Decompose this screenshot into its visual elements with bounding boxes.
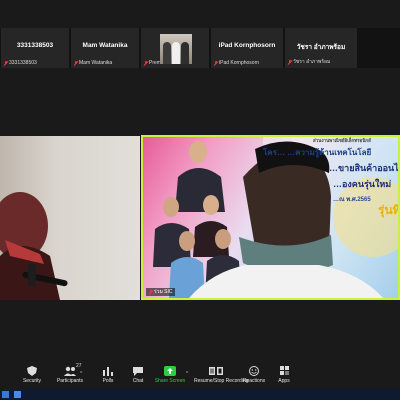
poster-header: ส่วนงานพาณิชย์อิเล็กทรอนิกส์	[313, 138, 371, 143]
participant-label: 3331338503	[3, 60, 37, 66]
share-screen-icon	[164, 366, 176, 376]
participant-tile-4[interactable]: iPad Kornphosorn iPad Kornphosorn	[211, 28, 283, 68]
poster-batch: รุ่นที่	[378, 203, 400, 217]
participants-menu-caret[interactable]: ^	[80, 371, 82, 377]
video-tile-left[interactable]	[0, 136, 140, 300]
participant-tile-2[interactable]: Mam Watanika Mam Watanika	[71, 28, 139, 68]
apps-icon	[280, 366, 289, 375]
participant-name: Mam Watanika	[82, 42, 128, 49]
security-button[interactable]: Security	[12, 362, 52, 384]
participant-label: ร่วม SIC	[146, 288, 175, 296]
os-taskbar	[0, 389, 400, 400]
poster-title-line2: …ขายสินค้าออนไ…	[329, 163, 400, 173]
mic-muted-icon	[143, 60, 148, 66]
mic-muted-icon	[148, 289, 153, 295]
participants-count: 27	[76, 363, 82, 369]
shield-icon	[27, 366, 37, 376]
start-icon[interactable]	[2, 391, 9, 398]
participant-label: Mam Watanika	[73, 60, 112, 66]
apps-button[interactable]: Apps	[264, 362, 304, 384]
chat-icon	[133, 367, 143, 376]
speaker-video	[0, 192, 68, 300]
poster-date: …ณ พ.ศ.2565	[333, 197, 371, 203]
participant-name: 3331338503	[16, 42, 54, 49]
mic-muted-icon	[73, 60, 78, 66]
participants-button[interactable]: 27 Participants	[50, 362, 90, 384]
pause-stop-icon	[209, 367, 223, 375]
participant-tile-5[interactable]: วัชรา อำภาพร้อม วัชรา อำภาพร้อม	[285, 28, 357, 68]
share-menu-caret[interactable]: ^	[186, 371, 188, 377]
video-tile-active-speaker[interactable]: ส่วนงานพาณิชย์อิเล็กทรอนิกส์ โคร… …ความร…	[141, 135, 400, 300]
recording-button[interactable]: Resume/Stop Recording	[194, 362, 248, 384]
mic-muted-icon	[3, 60, 8, 66]
participant-tile-1[interactable]: 3331338503 3331338503	[1, 28, 69, 68]
mic-muted-icon	[287, 59, 292, 65]
poster-title-line1: โคร… …ความรู้ด้านเทคโนโลยี	[263, 148, 372, 157]
participant-photo	[160, 34, 192, 64]
people-icon	[64, 366, 76, 376]
participant-name: วัชรา อำภาพร้อม	[296, 44, 346, 51]
share-screen-button[interactable]: Share Screen	[150, 362, 190, 384]
emoji-icon	[249, 366, 259, 376]
polls-icon	[103, 367, 113, 376]
participant-name: iPad Kornphosorn	[218, 42, 276, 49]
meeting-toolbar: Security 27 Participants Polls Chat Shar…	[0, 362, 400, 388]
poster-title-line3: …องคนรุ่นใหม่	[333, 179, 392, 189]
zoom-taskbar-icon[interactable]	[14, 391, 21, 398]
participant-label: วัชรา อำภาพร้อม	[287, 58, 330, 66]
participant-label: iPad Kornphosorn	[213, 60, 259, 66]
mic-muted-icon	[213, 60, 218, 66]
